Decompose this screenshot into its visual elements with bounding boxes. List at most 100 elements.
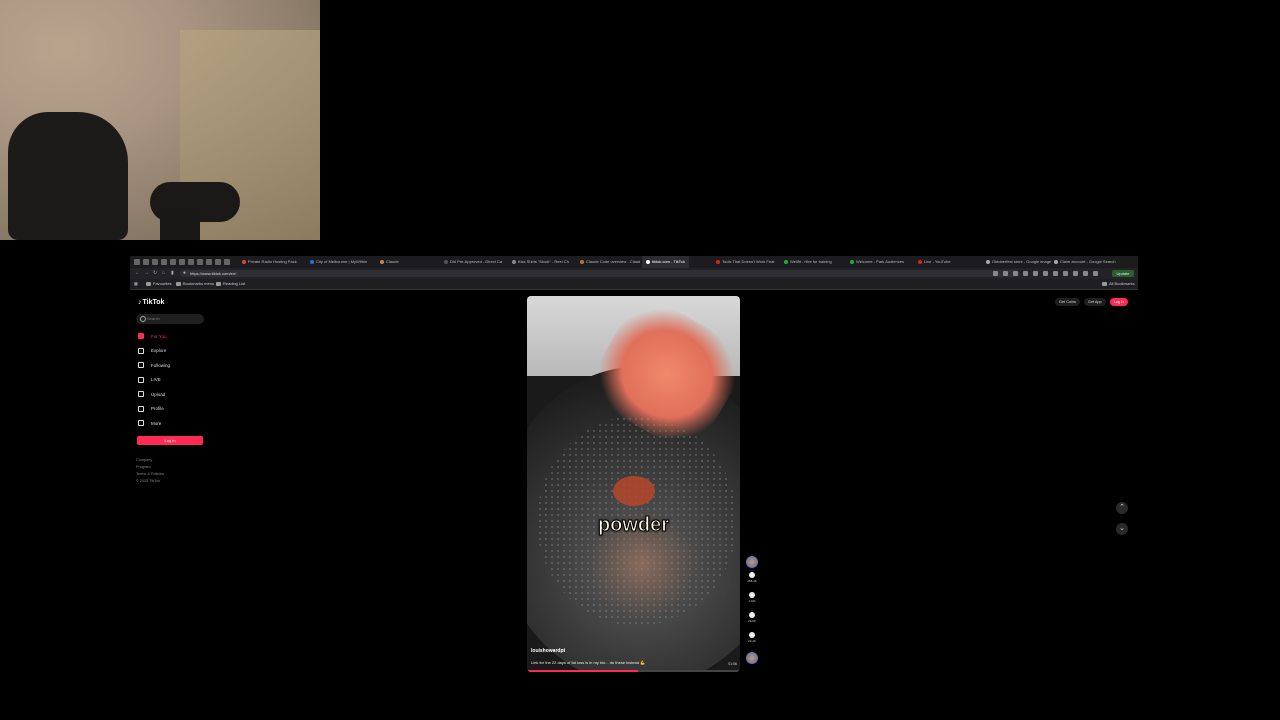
share-count: 22.4K [748,639,756,643]
browser-tab[interactable]: Private Radio Hosting Pack [238,256,301,268]
previous-video-button[interactable]: ⌃ [1116,502,1128,514]
extension-icon[interactable] [1043,271,1048,276]
downloads-icon[interactable] [1063,271,1068,276]
tab-active[interactable]: tiktok.com - TikTok [642,256,689,268]
next-video-button[interactable]: ⌄ [1116,523,1128,535]
bookmark-icon [749,612,755,618]
extension-icon[interactable] [1053,271,1058,276]
tab-favicon-icon [242,259,246,264]
browser-tab[interactable]: Live - YouTube [914,256,955,268]
split-screen-icon[interactable] [1073,271,1078,276]
video-description[interactable]: Link for the 22 days of fat loss is in m… [531,660,711,665]
collections-icon[interactable] [170,259,176,265]
bookmark-favourites[interactable]: Favourites [146,281,172,287]
browser-tab[interactable]: Did Pre-Approved - Direct Ca [440,256,506,268]
search-input[interactable]: Search [136,314,204,324]
pinned-tab-icon[interactable] [224,259,230,265]
header-login-button[interactable]: Log in [1109,298,1128,306]
forward-icon[interactable]: → [144,271,149,276]
browser-tab[interactable]: Welcome - Park Audiences [846,256,908,268]
video-progress-bar[interactable] [527,670,740,672]
bookmarks-apps-icon[interactable]: ▦ [134,281,138,287]
address-bar[interactable]: ● https://www.tiktok.com/en/ [180,270,1020,277]
webcam-chair [8,112,128,240]
browser-tab[interactable]: Oktoberfest store - Google image [982,256,1055,268]
browser-tab[interactable]: City of Melbourne | MyWithin [306,256,371,268]
tab-strip: Private Radio Hosting Pack City of Melbou… [130,256,1138,268]
save-count: 29.6K [748,619,756,623]
tiktok-logo[interactable]: ♪TikTok [138,299,164,306]
tab-favicon-icon [784,259,788,264]
tab-favicon-icon [918,259,922,264]
tab-label: Wellfit - Hire for training [790,259,832,264]
tab-group-icon[interactable] [161,259,167,265]
tab-favicon-icon [646,259,650,264]
collections-icon[interactable] [1093,271,1098,276]
bookmark-reading-list[interactable]: Reading List [216,281,245,287]
video-player[interactable]: powder louishowardpt Link for the 22 day… [527,296,740,672]
like-button[interactable]: 268.4K [745,572,759,583]
music-disc-icon[interactable] [746,652,758,664]
favorites-star-icon[interactable] [1003,271,1008,276]
tiktok-note-icon: ♪ [138,299,142,306]
sidebar-item-upload[interactable]: Upload [138,389,165,399]
sidebar-login-button[interactable]: Log in [137,436,203,445]
pinned-tab-icon[interactable] [215,259,221,265]
sidebar-item-explore[interactable]: Explore [138,346,166,356]
pinned-tab-icon[interactable] [197,259,203,265]
all-bookmarks[interactable]: All Bookmarks [1102,281,1135,287]
sidebar-item-label: For You [151,333,167,339]
tab-label: Kiss Shirts "Stock" - Reel Ch [518,259,569,264]
profile-icon[interactable] [143,259,149,265]
toolbar: ← → ↻ ⌂ ▮ ● https://www.tiktok.com/en/ U… [130,268,1138,279]
footer-terms[interactable]: Terms & Policies [136,471,164,478]
sidebar-item-more[interactable]: More [138,418,161,428]
get-coins-button[interactable]: Get Coins [1055,298,1080,306]
extension-icon[interactable] [1023,271,1028,276]
lock-icon[interactable]: ● [183,271,186,276]
video-author[interactable]: louishowardpt [531,648,565,654]
get-app-button[interactable]: Get App [1083,298,1106,306]
home-browser-icon[interactable]: ⌂ [162,271,165,276]
footer-program[interactable]: Program [136,464,164,471]
creator-avatar[interactable] [746,556,758,568]
profile-icon [138,405,144,412]
browser-tab[interactable]: Wellfit - Hire for training [780,256,836,268]
sidebar-item-profile[interactable]: Profile [138,404,164,414]
browser-tab[interactable]: Claude Code overview - Claud [576,256,644,268]
browser-tab[interactable]: Tools That Doesn't Work Feat [712,256,778,268]
chevron-down-icon: ⌄ [1119,525,1125,532]
sidebar-item-following[interactable]: Following [138,360,170,370]
extension-icon[interactable] [1013,271,1018,276]
sidebar-item-for-you[interactable]: For You [138,331,167,341]
back-icon[interactable]: ← [135,271,140,276]
browser-tab[interactable]: Claude [376,256,403,268]
footer-links: Company Program Terms & Policies © 2025 … [136,457,164,485]
browser-tab[interactable]: Kiss Shirts "Stock" - Reel Ch [508,256,573,268]
bookmark-bookmarks-menu[interactable]: Bookmarks menu [176,281,214,287]
favorites-icon[interactable] [1083,271,1088,276]
extensions-icon[interactable] [179,259,185,265]
browser-tab[interactable]: Claim account - Google Search [1050,256,1120,268]
sidebar-toggle-icon[interactable] [134,259,140,265]
footer-company[interactable]: Company [136,457,164,464]
save-button[interactable]: 29.6K [745,612,759,623]
comment-button[interactable]: 1,011 [745,592,759,603]
read-aloud-icon[interactable] [993,271,998,276]
reload-icon[interactable]: ↻ [153,271,157,276]
update-button[interactable]: Update [1112,270,1134,277]
tab-label: Did Pre-Approved - Direct Ca [450,259,503,264]
split-icon[interactable]: ▮ [171,271,174,276]
url-text[interactable]: https://www.tiktok.com/en/ [190,271,236,276]
tab-label: Tools That Doesn't Work Feat [722,259,775,264]
pinned-tab-icon[interactable] [206,259,212,265]
pinned-tab-icon[interactable] [188,259,194,265]
bookmark-label: Bookmarks menu [183,281,215,286]
sidebar-item-live[interactable]: LIVE [138,375,161,385]
live-icon [138,376,144,383]
extension-icon[interactable] [1033,271,1038,276]
share-button[interactable]: 22.4K [745,632,759,643]
workspaces-icon[interactable] [152,259,158,265]
tab-label: Private Radio Hosting Pack [248,259,297,264]
video-caption: powder [597,514,670,537]
